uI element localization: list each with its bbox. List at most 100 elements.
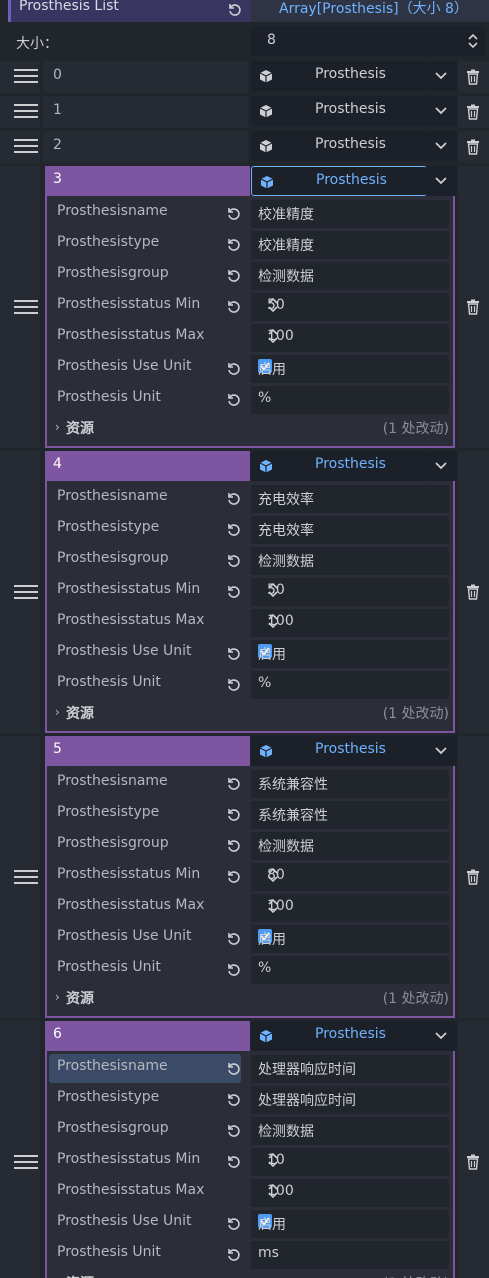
unit-field[interactable]: % xyxy=(251,671,449,699)
revert-icon[interactable] xyxy=(225,837,241,853)
type-field[interactable]: 校准精度 xyxy=(251,231,449,259)
spin-arrows-icon[interactable] xyxy=(267,613,441,633)
trash-icon[interactable] xyxy=(465,69,481,85)
chevron-down-icon[interactable] xyxy=(425,451,457,481)
drag-handle-icon[interactable] xyxy=(14,69,38,83)
max-spinbox[interactable]: 100 xyxy=(251,609,449,637)
revert-icon[interactable] xyxy=(225,391,241,407)
revert-icon[interactable] xyxy=(225,775,241,791)
spin-arrows-icon[interactable] xyxy=(267,867,441,887)
revert-icon[interactable] xyxy=(225,676,241,692)
spin-arrows-icon[interactable] xyxy=(267,328,441,348)
resource-picker[interactable]: Prosthesis xyxy=(251,451,427,481)
min-spinbox[interactable]: 50 xyxy=(251,578,449,606)
revert-icon[interactable] xyxy=(225,552,241,568)
revert-icon[interactable] xyxy=(225,806,241,822)
chevron-down-icon[interactable] xyxy=(425,131,457,161)
type-field[interactable]: 处理器响应时间 xyxy=(251,1086,449,1114)
max-spinbox[interactable]: 100 xyxy=(251,324,449,352)
max-spinbox[interactable]: 100 xyxy=(251,1179,449,1207)
drag-handle-icon[interactable] xyxy=(14,139,38,153)
unit-field[interactable]: % xyxy=(251,386,449,414)
chevron-down-icon[interactable] xyxy=(425,1021,457,1051)
array-editor-button[interactable]: Array[Prosthesis]（大小 8） xyxy=(251,0,489,22)
trash-icon[interactable] xyxy=(465,869,481,885)
item-header[interactable]: 6 xyxy=(45,1021,250,1051)
type-field[interactable]: 充电效率 xyxy=(251,516,449,544)
max-spinbox[interactable]: 100 xyxy=(251,894,449,922)
revert-icon[interactable] xyxy=(225,1060,241,1076)
min-spinbox[interactable]: 80 xyxy=(251,863,449,891)
resource-picker[interactable]: Prosthesis xyxy=(251,736,427,766)
drag-handle-icon[interactable] xyxy=(14,870,38,884)
type-field[interactable]: 系统兼容性 xyxy=(251,801,449,829)
group-field[interactable]: 检测数据 xyxy=(251,1117,449,1145)
item-header[interactable]: 3 xyxy=(45,166,250,196)
chevron-down-icon[interactable] xyxy=(425,96,457,126)
resource-picker[interactable]: Prosthesis xyxy=(251,1021,427,1051)
chevron-down-icon[interactable] xyxy=(425,166,457,196)
resource-section[interactable]: › 资源 (1 处改动) xyxy=(47,985,453,1011)
spin-arrows-icon[interactable] xyxy=(267,297,441,317)
revert-icon[interactable] xyxy=(226,1,242,17)
revert-icon[interactable] xyxy=(225,360,241,376)
revert-icon[interactable] xyxy=(225,205,241,221)
resource-section[interactable]: › 资源 (1 处改动) xyxy=(47,1270,453,1278)
drag-handle-icon[interactable] xyxy=(14,300,38,314)
chevron-down-icon[interactable] xyxy=(425,736,457,766)
spin-arrows-icon[interactable] xyxy=(267,1183,441,1203)
use-unit-checkbox[interactable]: 启用 xyxy=(251,925,449,953)
revert-icon[interactable] xyxy=(225,961,241,977)
trash-icon[interactable] xyxy=(465,139,481,155)
spin-arrows-icon[interactable] xyxy=(467,33,479,49)
min-spinbox[interactable]: 50 xyxy=(251,293,449,321)
trash-icon[interactable] xyxy=(465,299,481,315)
name-field[interactable]: 系统兼容性 xyxy=(251,770,449,798)
drag-handle-icon[interactable] xyxy=(14,1155,38,1169)
revert-icon[interactable] xyxy=(225,1153,241,1169)
name-field[interactable]: 充电效率 xyxy=(251,485,449,513)
resource-section[interactable]: › 资源 (1 处改动) xyxy=(47,415,453,441)
revert-icon[interactable] xyxy=(225,868,241,884)
resource-picker[interactable]: Prosthesis xyxy=(251,131,427,161)
revert-icon[interactable] xyxy=(225,521,241,537)
trash-icon[interactable] xyxy=(465,1154,481,1170)
name-field[interactable]: 校准精度 xyxy=(251,200,449,228)
group-field[interactable]: 检测数据 xyxy=(251,262,449,290)
resource-section[interactable]: › 资源 (1 处改动) xyxy=(47,700,453,726)
revert-icon[interactable] xyxy=(225,1215,241,1231)
revert-icon[interactable] xyxy=(225,583,241,599)
unit-field[interactable]: ms xyxy=(251,1241,449,1269)
use-unit-checkbox[interactable]: 启用 xyxy=(251,355,449,383)
revert-icon[interactable] xyxy=(225,1122,241,1138)
revert-icon[interactable] xyxy=(225,267,241,283)
revert-icon[interactable] xyxy=(225,236,241,252)
unit-field[interactable]: % xyxy=(251,956,449,984)
revert-icon[interactable] xyxy=(225,1246,241,1262)
item-header[interactable]: 5 xyxy=(45,736,250,766)
resource-picker[interactable]: Prosthesis xyxy=(251,96,427,126)
drag-handle-icon[interactable] xyxy=(14,585,38,599)
group-field[interactable]: 检测数据 xyxy=(251,547,449,575)
trash-icon[interactable] xyxy=(465,104,481,120)
size-spinbox[interactable]: 8 xyxy=(251,26,485,56)
drag-handle-icon[interactable] xyxy=(14,104,38,118)
chevron-down-icon[interactable] xyxy=(425,61,457,91)
revert-icon[interactable] xyxy=(225,1091,241,1107)
spin-arrows-icon[interactable] xyxy=(267,898,441,918)
revert-icon[interactable] xyxy=(225,645,241,661)
group-field[interactable]: 检测数据 xyxy=(251,832,449,860)
use-unit-checkbox[interactable]: 启用 xyxy=(251,640,449,668)
resource-picker[interactable]: Prosthesis xyxy=(251,61,427,91)
spin-arrows-icon[interactable] xyxy=(267,1152,441,1172)
item-header[interactable]: 4 xyxy=(45,451,250,481)
revert-icon[interactable] xyxy=(225,490,241,506)
name-field[interactable]: 处理器响应时间 xyxy=(251,1055,449,1083)
min-spinbox[interactable]: 10 xyxy=(251,1148,449,1176)
spin-arrows-icon[interactable] xyxy=(267,582,441,602)
use-unit-checkbox[interactable]: 启用 xyxy=(251,1210,449,1238)
resource-picker[interactable]: Prosthesis xyxy=(251,166,427,196)
revert-icon[interactable] xyxy=(225,930,241,946)
trash-icon[interactable] xyxy=(465,584,481,600)
revert-icon[interactable] xyxy=(225,298,241,314)
